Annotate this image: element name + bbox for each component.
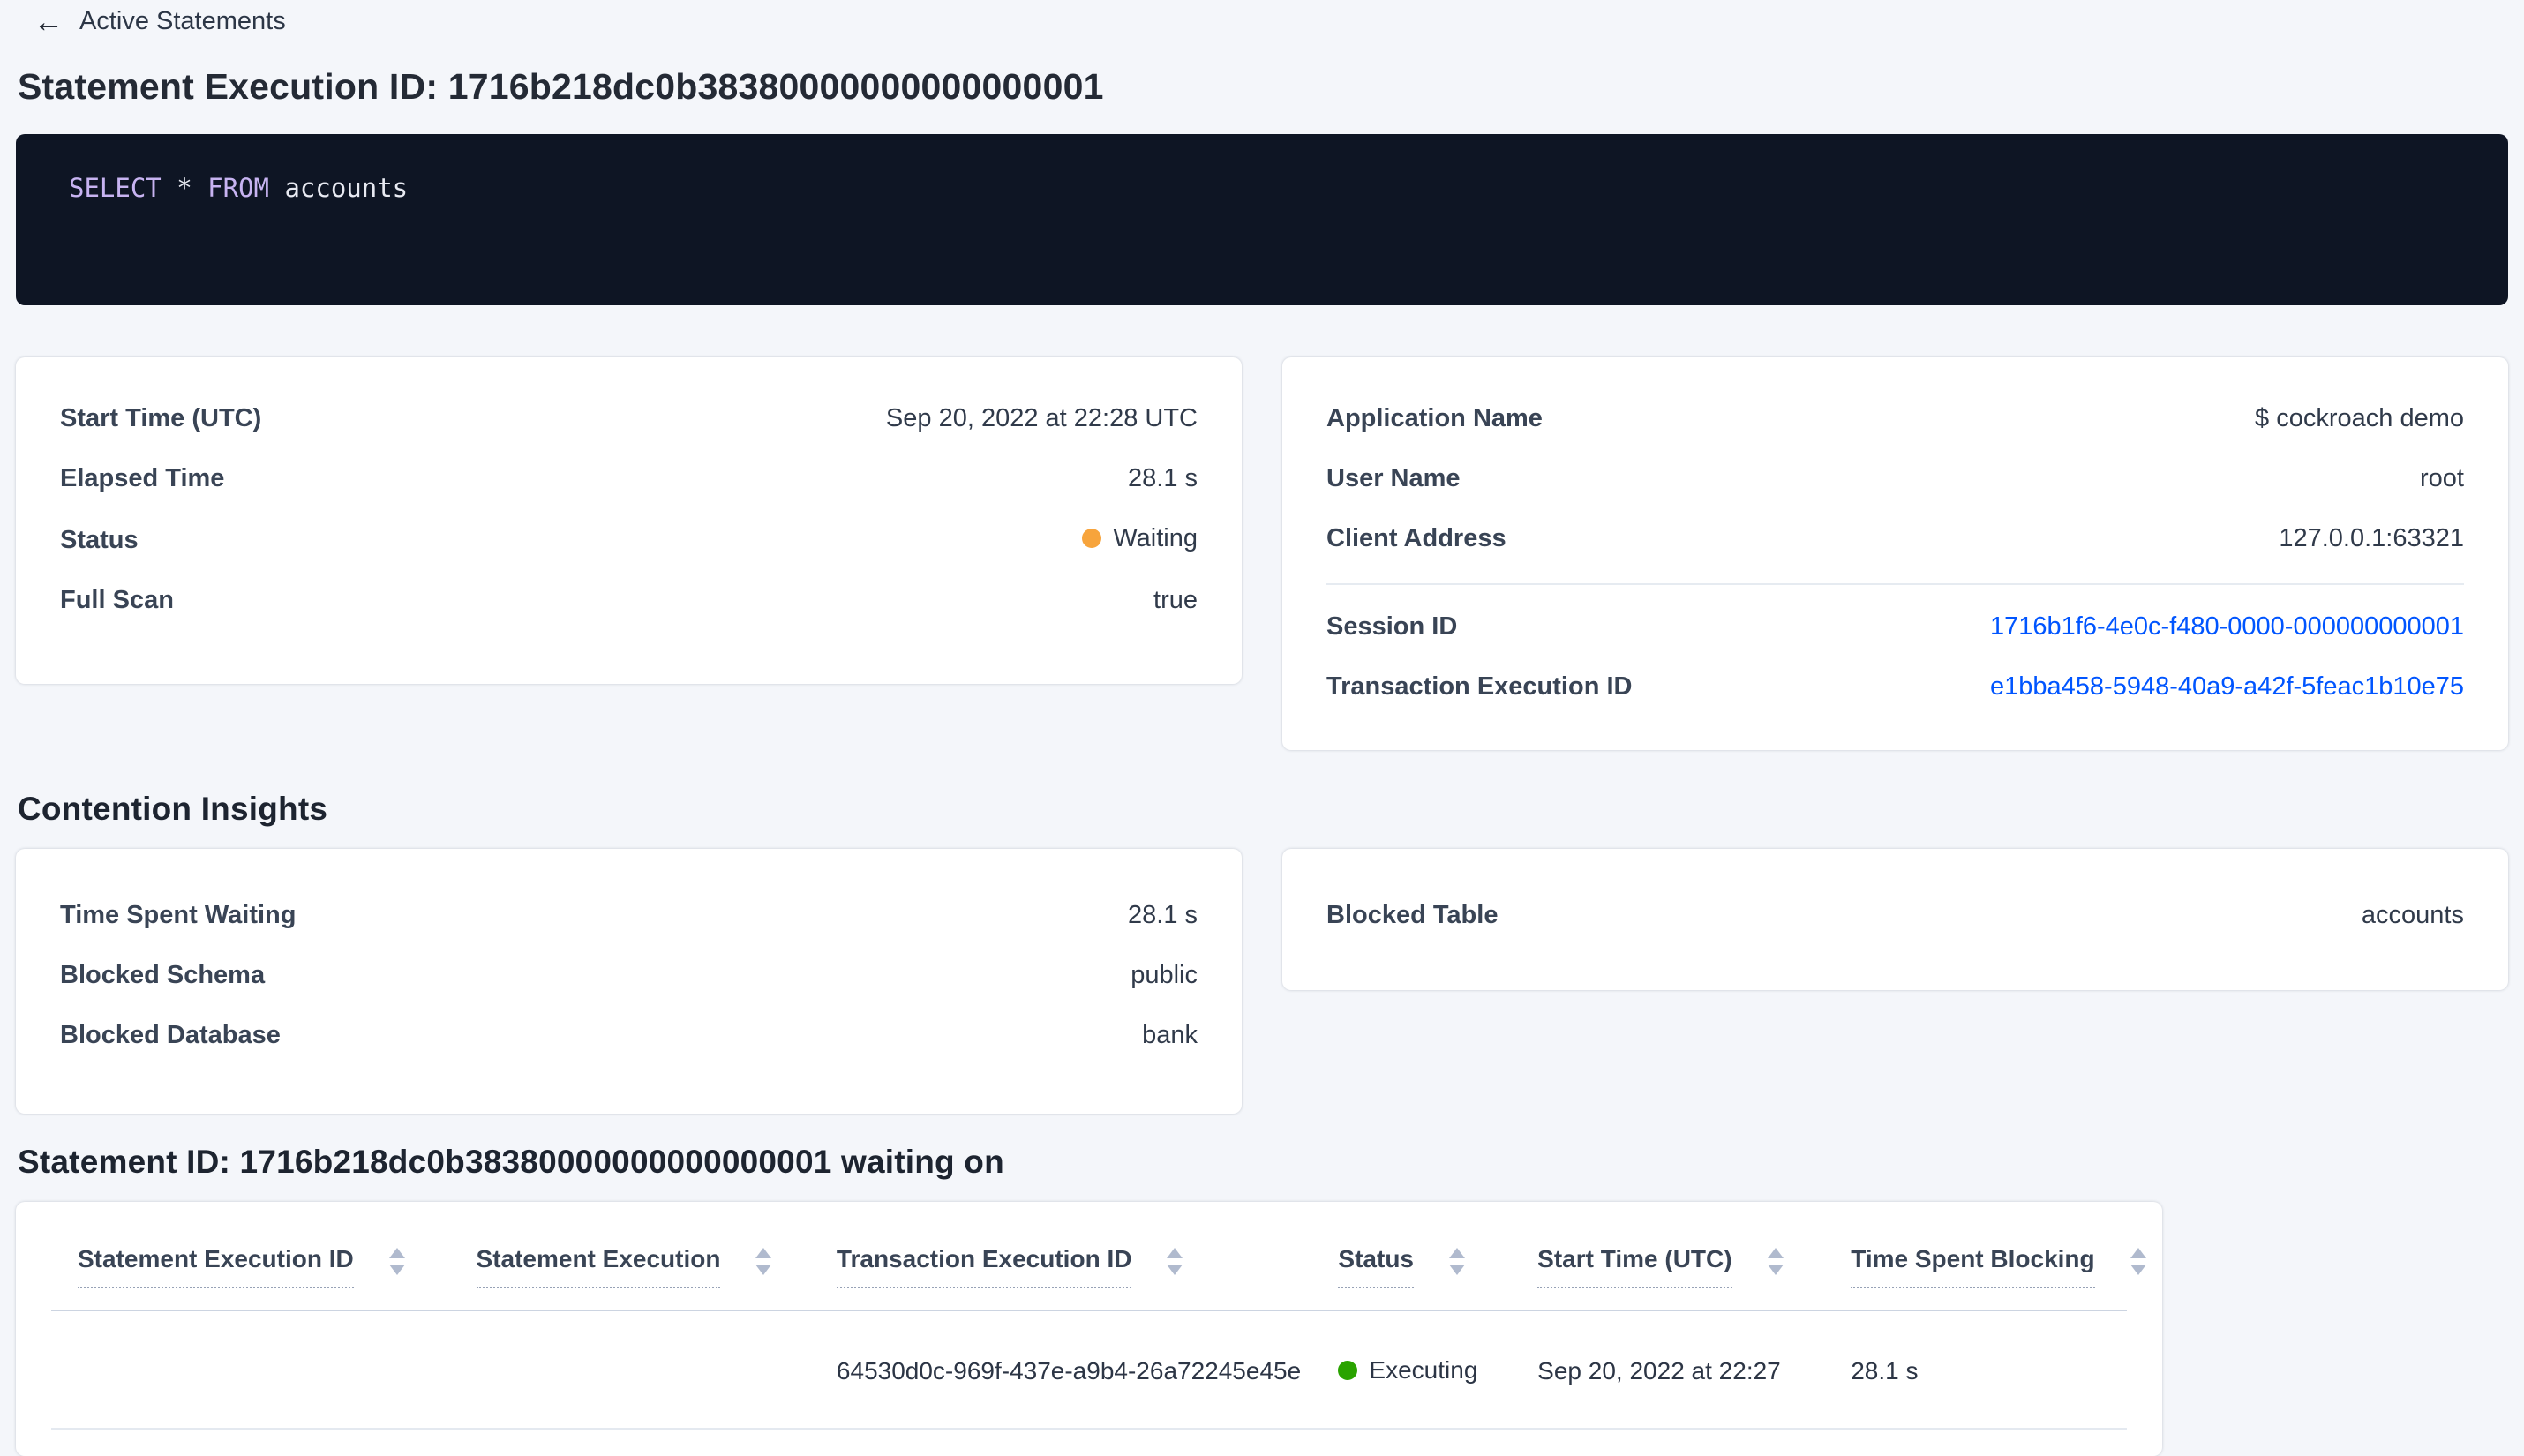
column-header-status: Status xyxy=(1311,1205,1512,1311)
row-value: root xyxy=(2420,464,2464,492)
row-value: accounts xyxy=(2361,901,2464,929)
row-value: $ cockroach demo xyxy=(2255,404,2464,432)
column-label[interactable]: Statement Execution xyxy=(476,1244,721,1288)
column-header-transaction-execution-id: Transaction Execution ID xyxy=(809,1205,1312,1311)
row-value: true xyxy=(1153,586,1198,614)
contention-section: Time Spent Waiting 28.1 s Blocked Schema… xyxy=(16,849,2508,1114)
status-executing-dot-icon xyxy=(1338,1361,1358,1380)
row-label: Start Time (UTC) xyxy=(60,404,262,432)
summary-row-time-spent-waiting: Time Spent Waiting 28.1 s xyxy=(60,900,1198,930)
row-label: Transaction Execution ID xyxy=(1326,672,1633,701)
column-header-statement-execution: Statement Execution xyxy=(449,1205,810,1311)
row-value: public xyxy=(1131,961,1198,989)
row-value: Sep 20, 2022 at 22:28 UTC xyxy=(885,404,1198,432)
sort-icon[interactable] xyxy=(388,1248,405,1275)
sort-icon[interactable] xyxy=(2130,1248,2146,1275)
summary-row-application-name: Application Name $ cockroach demo xyxy=(1326,403,2464,433)
session-id-link[interactable]: 1716b1f6-4e0c-f480-0000-000000000001 xyxy=(1990,612,2464,642)
column-label[interactable]: Start Time (UTC) xyxy=(1537,1244,1732,1288)
execution-time-card: Start Time (UTC) Sep 20, 2022 at 22:28 U… xyxy=(16,357,1242,684)
column-header-start-time: Start Time (UTC) xyxy=(1511,1205,1825,1311)
summary-row-status: Status Waiting xyxy=(60,523,1198,555)
summary-row-blocked-schema: Blocked Schema public xyxy=(60,960,1198,990)
back-link[interactable]: ← Active Statements xyxy=(0,0,286,39)
row-value: 28.1 s xyxy=(1128,464,1198,492)
sql-keyword: FROM xyxy=(207,173,269,203)
row-label: Application Name xyxy=(1326,404,1543,432)
summary-row-blocked-database: Blocked Database bank xyxy=(60,1020,1198,1050)
statement-details-page: ← Active Statements Statement Execution … xyxy=(0,0,2524,1456)
column-label[interactable]: Transaction Execution ID xyxy=(836,1244,1132,1288)
row-label: Status xyxy=(60,526,139,554)
column-label[interactable]: Time Spent Blocking xyxy=(1851,1244,2095,1288)
sql-text: * xyxy=(161,173,208,203)
table-header-row: Statement Execution ID Statement Executi… xyxy=(51,1205,2146,1311)
cell-time-spent-blocking: 28.1 s xyxy=(1824,1310,2127,1430)
row-label: Blocked Database xyxy=(60,1021,281,1049)
column-header-statement-execution-id: Statement Execution ID xyxy=(51,1205,450,1311)
summary-row-elapsed-time: Elapsed Time 28.1 s xyxy=(60,463,1198,493)
row-label: Full Scan xyxy=(60,586,174,614)
sort-icon[interactable] xyxy=(1167,1248,1183,1275)
status-waiting-dot-icon xyxy=(1082,529,1102,548)
row-label: Elapsed Time xyxy=(60,464,225,492)
row-label: Session ID xyxy=(1326,612,1458,641)
column-label[interactable]: Status xyxy=(1338,1244,1414,1288)
contention-insights-heading: Contention Insights xyxy=(18,791,328,827)
summary-row-user-name: User Name root xyxy=(1326,463,2464,493)
overview-section: Start Time (UTC) Sep 20, 2022 at 22:28 U… xyxy=(16,357,2508,750)
transaction-execution-id-link[interactable]: e1bba458-5948-40a9-a42f-5feac1b10e75 xyxy=(1990,672,2464,702)
summary-row-blocked-table: Blocked Table accounts xyxy=(1326,900,2464,930)
back-link-label: Active Statements xyxy=(79,7,286,35)
status-text: Waiting xyxy=(1113,524,1198,552)
waiting-on-table: Statement Execution ID Statement Executi… xyxy=(51,1205,2146,1430)
row-value: 127.0.0.1:63321 xyxy=(2279,524,2464,552)
blocked-table-card: Blocked Table accounts xyxy=(1282,849,2508,990)
column-header-time-spent-blocking: Time Spent Blocking xyxy=(1824,1205,2146,1311)
summary-row-start-time: Start Time (UTC) Sep 20, 2022 at 22:28 U… xyxy=(60,403,1198,433)
cell-statement-execution xyxy=(449,1310,810,1430)
sort-icon[interactable] xyxy=(1767,1248,1784,1275)
cell-transaction-execution-id: 64530d0c-969f-437e-a9b4-26a72245e45e xyxy=(809,1310,1312,1430)
row-label: Client Address xyxy=(1326,524,1506,552)
row-value: 28.1 s xyxy=(1128,901,1198,929)
summary-row-full-scan: Full Scan true xyxy=(60,585,1198,615)
row-label: Time Spent Waiting xyxy=(60,901,297,929)
summary-row-transaction-execution-id: Transaction Execution ID e1bba458-5948-4… xyxy=(1326,672,2464,702)
card-divider xyxy=(1326,583,2464,585)
back-arrow-icon: ← xyxy=(34,4,64,39)
cell-statement-execution-id xyxy=(51,1310,450,1430)
column-label[interactable]: Statement Execution ID xyxy=(78,1244,354,1288)
status-text: Executing xyxy=(1369,1356,1478,1384)
sort-icon[interactable] xyxy=(755,1248,772,1275)
summary-row-client-address: Client Address 127.0.0.1:63321 xyxy=(1326,523,2464,553)
cell-start-time: Sep 20, 2022 at 22:27 xyxy=(1511,1310,1825,1430)
cell-status: Executing xyxy=(1311,1310,1512,1430)
waiting-on-heading: Statement ID: 1716b218dc0b38380000000000… xyxy=(18,1144,1004,1180)
row-value: bank xyxy=(1142,1021,1198,1049)
table-row: 64530d0c-969f-437e-a9b4-26a72245e45e Exe… xyxy=(51,1310,2127,1430)
contention-details-card: Time Spent Waiting 28.1 s Blocked Schema… xyxy=(16,849,1242,1114)
waiting-on-table-card: Statement Execution ID Statement Executi… xyxy=(16,1202,2162,1456)
row-label: User Name xyxy=(1326,464,1461,492)
sql-keyword: SELECT xyxy=(69,173,162,203)
sql-statement-box: SELECT * FROM accounts xyxy=(16,134,2508,305)
summary-row-session-id: Session ID 1716b1f6-4e0c-f480-0000-00000… xyxy=(1326,612,2464,642)
sort-icon[interactable] xyxy=(1449,1248,1465,1275)
status-value: Waiting xyxy=(1082,523,1198,553)
row-label: Blocked Schema xyxy=(60,961,266,989)
sql-table-name: accounts xyxy=(269,173,409,203)
page-title: Statement Execution ID: 1716b218dc0b3838… xyxy=(18,66,1104,107)
row-label: Blocked Table xyxy=(1326,901,1499,929)
session-info-card: Application Name $ cockroach demo User N… xyxy=(1282,357,2508,750)
